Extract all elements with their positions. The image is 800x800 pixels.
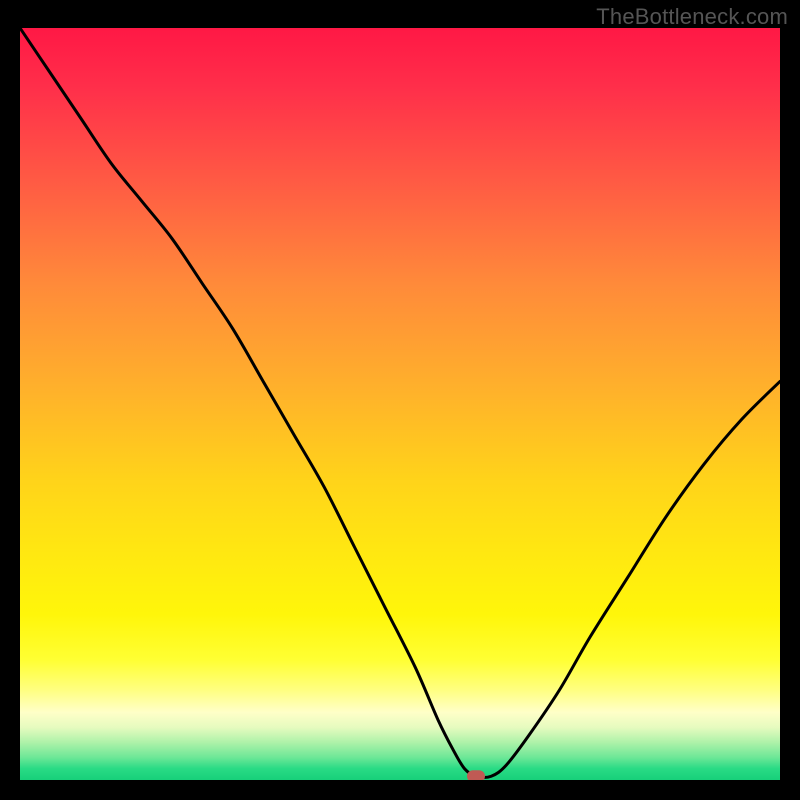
watermark-text: TheBottleneck.com bbox=[596, 4, 788, 30]
plot-area bbox=[20, 28, 780, 780]
chart-frame: TheBottleneck.com bbox=[0, 0, 800, 800]
optimal-point-marker bbox=[20, 28, 780, 780]
